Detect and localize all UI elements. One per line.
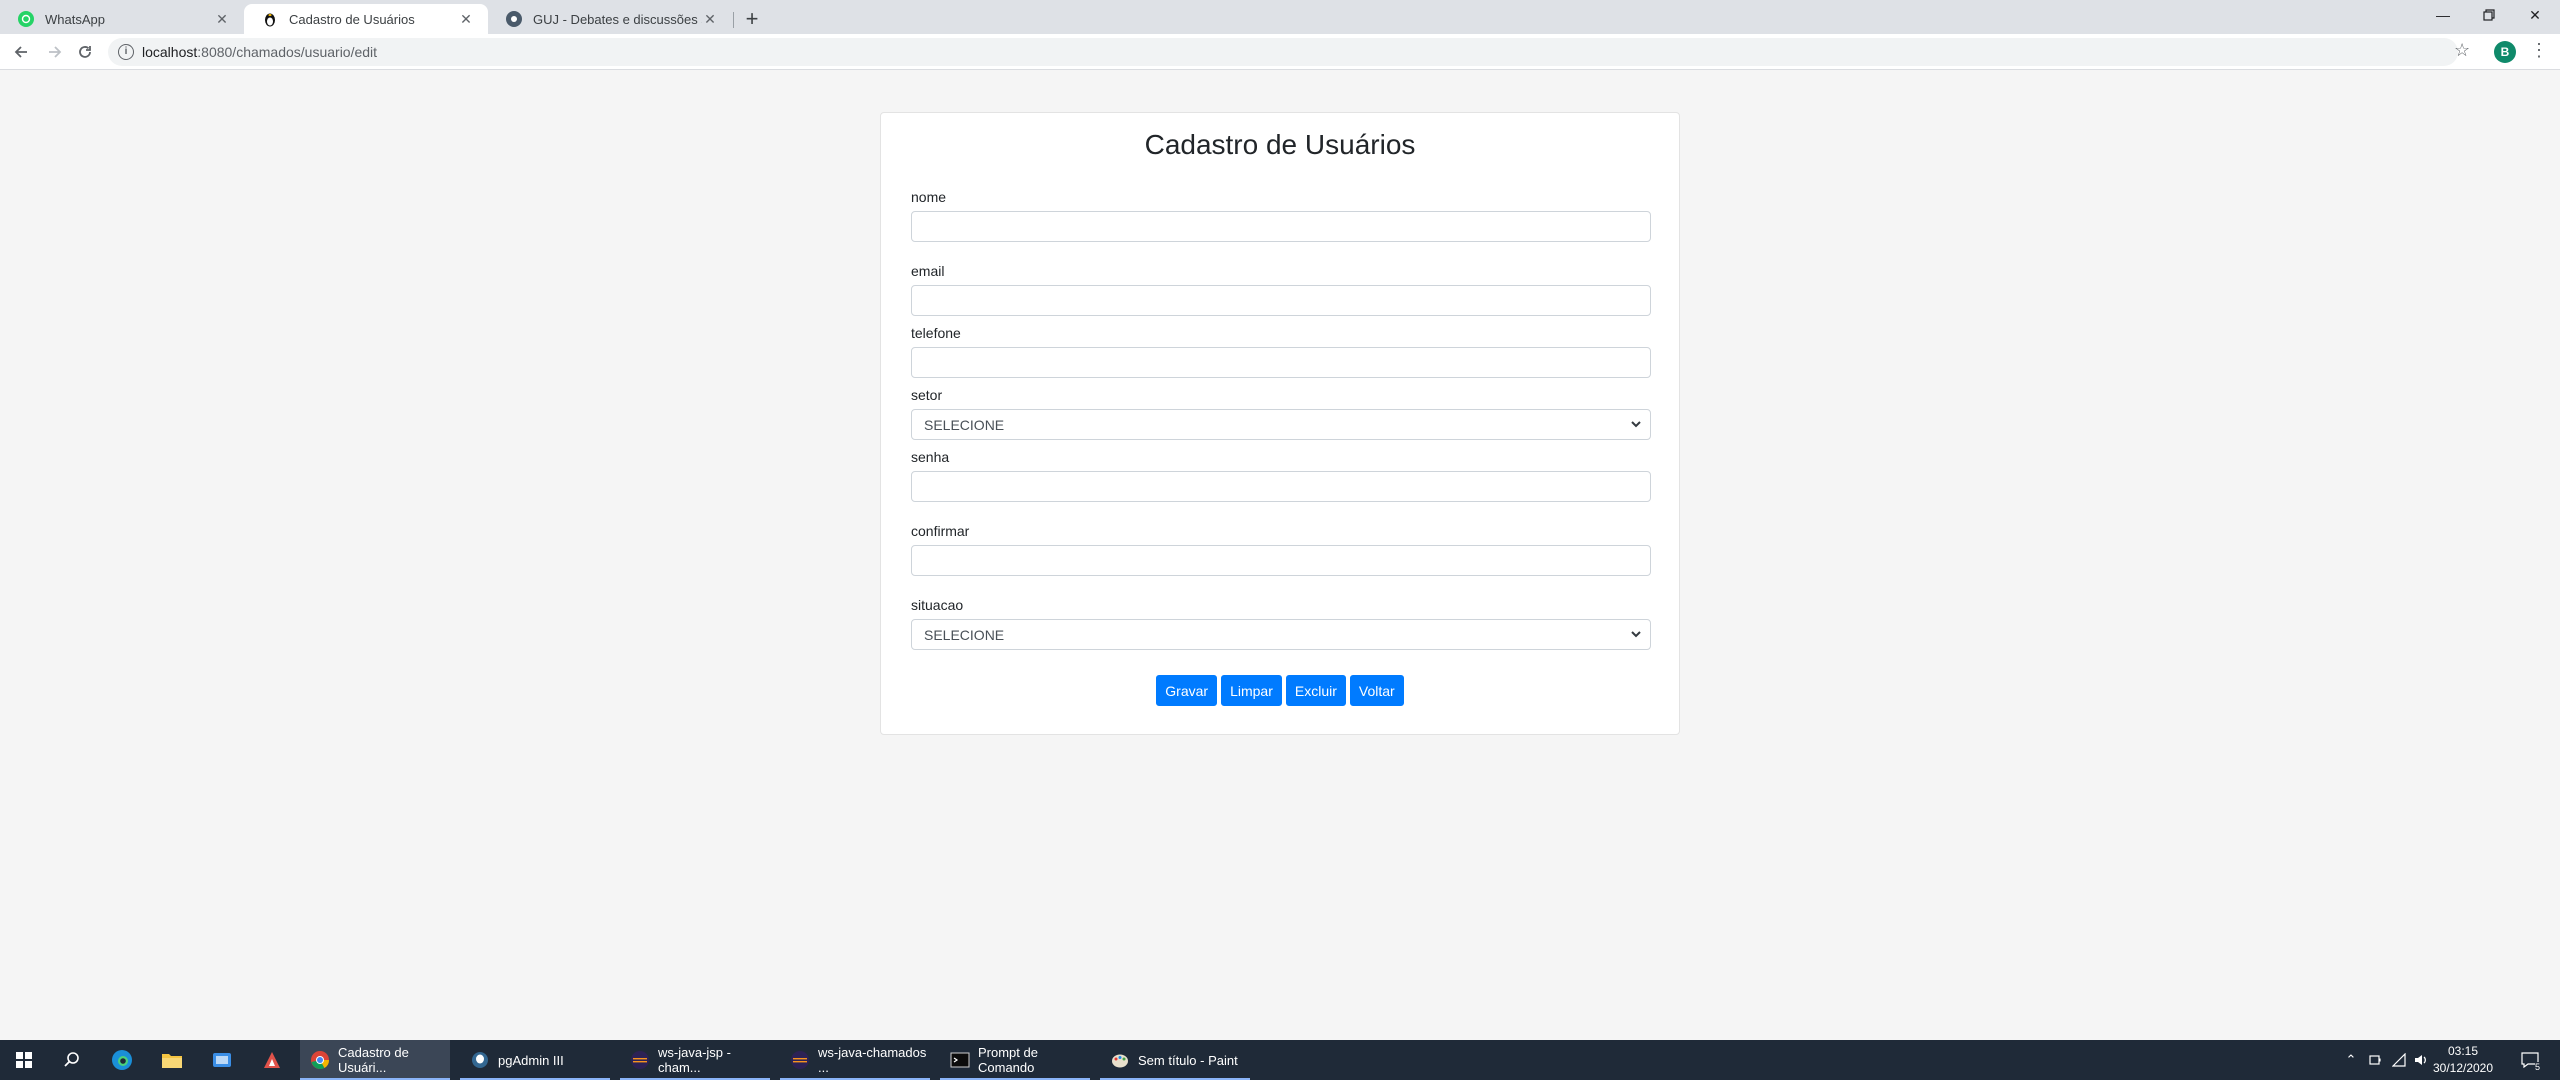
windows-taskbar: Cadastro de Usuári... pgAdmin III ws-jav… — [0, 1040, 2560, 1080]
nome-input[interactable] — [911, 211, 1651, 242]
eclipse-icon — [631, 1051, 649, 1069]
taskbar-app-label: Sem título - Paint — [1138, 1052, 1238, 1068]
taskbar-app-label: ws-java-jsp - cham... — [658, 1045, 731, 1075]
clock-time: 03:15 — [2447, 1044, 2479, 1058]
paint-palette-icon — [1112, 1054, 1128, 1068]
reload-icon[interactable] — [73, 40, 97, 64]
tab-title: GUJ - Debates e discussões sobre — [533, 11, 702, 27]
eclipse-icon — [791, 1051, 809, 1069]
tab-cadastro-usuarios[interactable]: Cadastro de Usuários ✕ — [244, 4, 488, 34]
guj-icon — [506, 11, 522, 27]
senha-input[interactable] — [911, 471, 1651, 502]
senha-label: senha — [911, 449, 950, 465]
back-arrow-icon[interactable] — [9, 40, 33, 64]
situacao-label: situacao — [911, 597, 964, 613]
tab-divider — [733, 12, 734, 28]
notification-count: 5 — [2534, 1062, 2540, 1072]
email-input[interactable] — [911, 285, 1651, 316]
taskbar-app-label: pgAdmin III — [498, 1052, 564, 1068]
tab-title: WhatsApp — [45, 11, 105, 27]
terminal-icon — [950, 1052, 970, 1068]
confirmar-input[interactable] — [911, 545, 1651, 576]
taskbar-eclipse-jsp[interactable]: ws-java-jsp - cham... — [620, 1040, 770, 1080]
forward-arrow-icon[interactable] — [43, 40, 67, 64]
nome-label: nome — [911, 189, 947, 205]
gravar-button[interactable]: Gravar — [1156, 675, 1218, 706]
confirmar-label: confirmar — [911, 523, 970, 539]
setor-selected-value: SELECIONE — [924, 416, 1005, 433]
system-clock[interactable]: 03:15 30/12/2020 — [2424, 1043, 2502, 1077]
taskbar-app-label: Cadastro de Usuári... — [338, 1045, 409, 1075]
taskbar-eclipse-chamados[interactable]: ws-java-chamados ... — [780, 1040, 930, 1080]
telefone-label: telefone — [911, 325, 961, 341]
search-icon[interactable] — [48, 1040, 96, 1080]
form-actions: Gravar Limpar Excluir Voltar — [881, 675, 1679, 706]
setor-label: setor — [911, 387, 943, 403]
telefone-input[interactable] — [911, 347, 1651, 378]
restore-icon[interactable] — [2466, 0, 2512, 30]
profile-avatar[interactable]: B — [2494, 41, 2516, 63]
excluir-button[interactable]: Excluir — [1285, 675, 1346, 706]
url-path: :8080/chamados/usuario/edit — [197, 44, 378, 60]
chrome-icon — [311, 1051, 330, 1070]
file-explorer-icon[interactable] — [148, 1040, 196, 1080]
address-bar[interactable]: i localhost:8080/chamados/usuario/edit — [108, 38, 2458, 66]
close-icon[interactable]: ✕ — [214, 11, 230, 28]
menu-kebab-icon[interactable]: ⋮ — [2530, 40, 2548, 61]
taskbar-pgadmin[interactable]: pgAdmin III — [460, 1040, 610, 1080]
clock-date: 30/12/2020 — [2432, 1061, 2494, 1075]
minimize-icon[interactable]: — — [2420, 0, 2466, 30]
situacao-selected-value: SELECIONE — [924, 626, 1005, 643]
tab-strip: WhatsApp ✕ Cadastro de Usuários ✕ GUJ - … — [0, 0, 2560, 34]
windows-start-icon[interactable] — [0, 1040, 48, 1080]
page-title: Cadastro de Usuários — [1144, 129, 1416, 160]
limpar-button[interactable]: Limpar — [1221, 675, 1282, 706]
chevron-down-icon — [1631, 421, 1641, 428]
taskbar-app-icon[interactable] — [198, 1040, 246, 1080]
battery-icon[interactable] — [2364, 1040, 2386, 1080]
edge-browser-icon[interactable] — [98, 1040, 146, 1080]
chevron-up-icon[interactable]: ⌃ — [2340, 1040, 2362, 1080]
voltar-button[interactable]: Voltar — [1349, 675, 1404, 706]
tab-title: Cadastro de Usuários — [289, 11, 415, 27]
close-icon[interactable]: ✕ — [702, 11, 718, 28]
tab-guj[interactable]: GUJ - Debates e discussões sobre ✕ — [488, 4, 732, 34]
taskbar-prompt[interactable]: Prompt de Comando — [940, 1040, 1090, 1080]
tab-whatsapp[interactable]: WhatsApp ✕ — [0, 4, 244, 34]
taskbar-paint[interactable]: Sem título - Paint — [1100, 1040, 1250, 1080]
taskbar-app-label: Prompt de Comando — [978, 1045, 1038, 1075]
browser-toolbar: i localhost:8080/chamados/usuario/edit — [0, 34, 2560, 70]
close-icon[interactable]: ✕ — [458, 11, 474, 28]
window-close-icon[interactable]: ✕ — [2512, 0, 2558, 30]
network-icon[interactable] — [2388, 1040, 2410, 1080]
info-icon[interactable]: i — [118, 44, 134, 60]
url-host: localhost — [142, 44, 198, 60]
email-label: email — [911, 263, 945, 279]
taskbar-app-icon[interactable] — [248, 1040, 296, 1080]
setor-select[interactable]: SELECIONE — [911, 409, 1651, 440]
tux-icon — [262, 11, 278, 27]
taskbar-app-label: ws-java-chamados ... — [818, 1045, 927, 1075]
bookmark-star-icon[interactable]: ☆ — [2454, 40, 2470, 61]
whatsapp-icon — [18, 11, 34, 27]
new-tab-plus-icon[interactable]: + — [738, 5, 766, 33]
user-registration-card: Cadastro de Usuários nome email telefone… — [880, 112, 1680, 735]
situacao-select[interactable]: SELECIONE — [911, 619, 1651, 650]
chevron-down-icon — [1631, 631, 1641, 638]
notification-center-icon[interactable]: 5 — [2516, 1040, 2544, 1080]
pgadmin-elephant-icon — [472, 1052, 488, 1068]
taskbar-chrome-cadastro[interactable]: Cadastro de Usuári... — [300, 1040, 450, 1080]
